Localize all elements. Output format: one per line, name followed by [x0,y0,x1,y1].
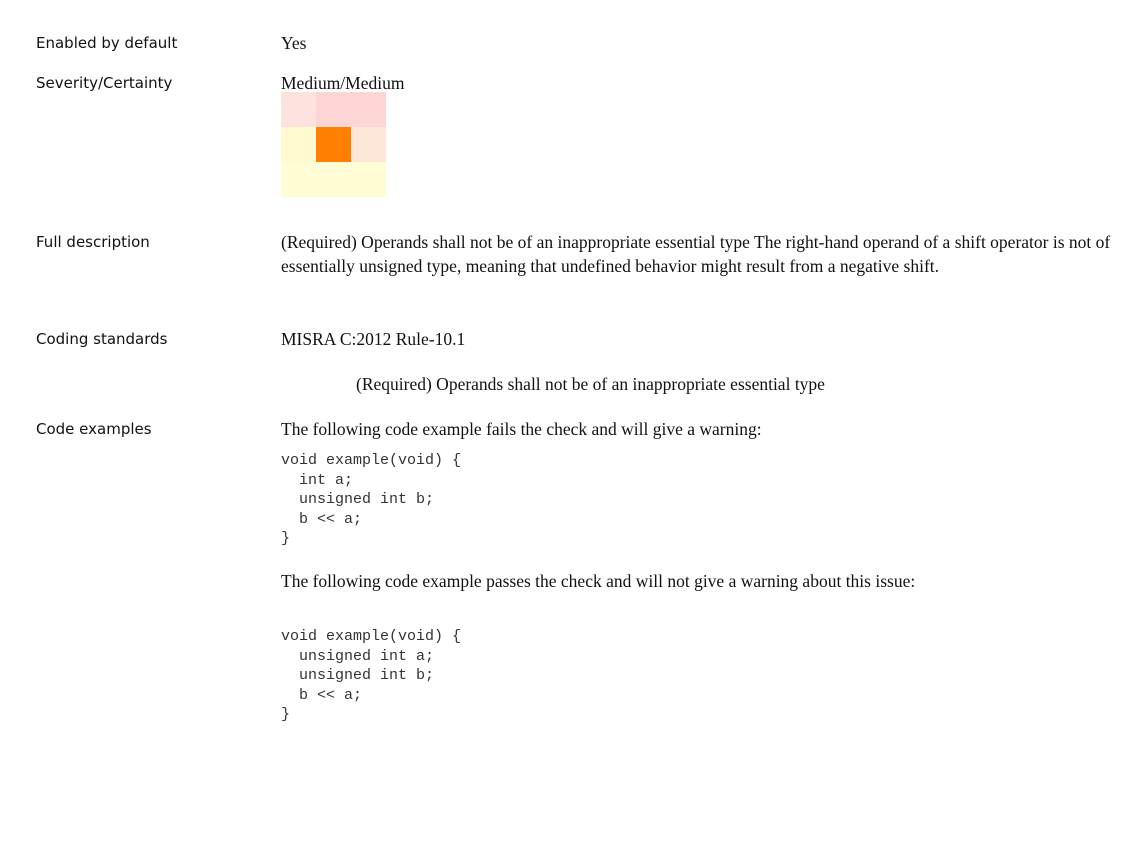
standards-rule-description: (Required) Operands shall not be of an i… [356,374,825,394]
enabled-value: Yes [281,33,307,53]
severity-grid-cell [281,92,316,127]
severity-grid-cell [316,92,351,127]
severity-grid-cell [316,162,351,197]
description-text: (Required) Operands shall not be of an i… [281,232,1111,276]
severity-grid-cell-selected [316,127,351,162]
standards-label: Coding standards [36,330,168,348]
description-label: Full description [36,233,150,251]
pass-code-example: void example(void) { unsigned int a; uns… [281,628,462,723]
severity-grid-cell [351,92,386,127]
severity-grid-cell [351,162,386,197]
severity-grid-cell [351,127,386,162]
enabled-label: Enabled by default [36,34,178,52]
severity-certainty-grid [281,92,386,197]
examples-label: Code examples [36,420,152,438]
severity-label: Severity/Certainty [36,74,173,92]
fail-code-example: void example(void) { int a; unsigned int… [281,452,462,547]
pass-example-intro: The following code example passes the ch… [281,571,916,591]
standards-rule: MISRA C:2012 Rule-10.1 [281,329,466,349]
severity-grid-cell [281,162,316,197]
fail-example-intro: The following code example fails the che… [281,419,762,439]
severity-grid-cell [281,127,316,162]
